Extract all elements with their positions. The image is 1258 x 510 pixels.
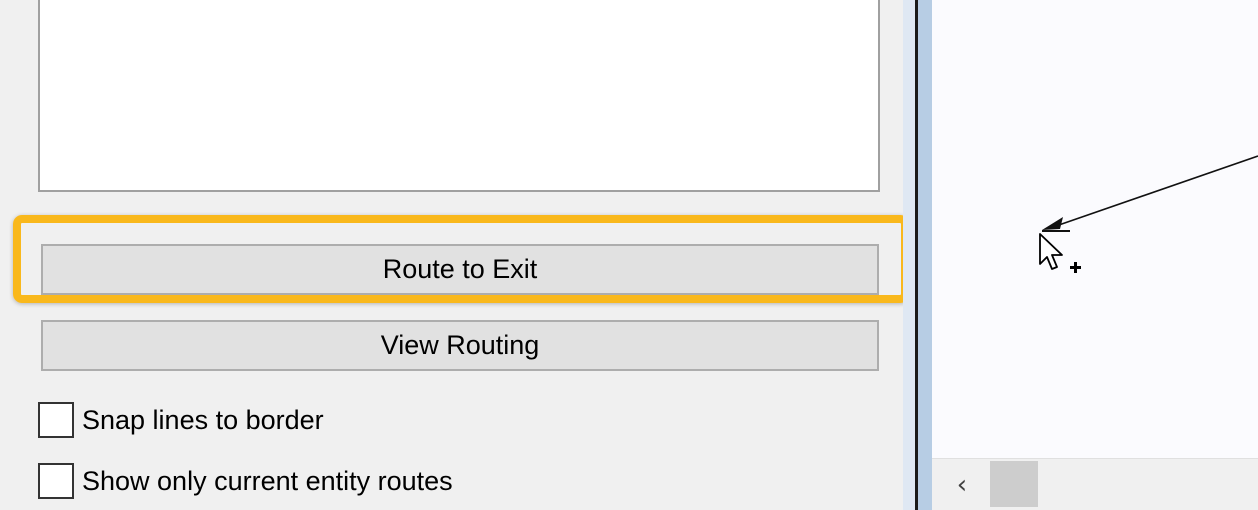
plus-cursor-icon (1070, 262, 1081, 273)
scrollbar-thumb[interactable] (990, 461, 1038, 507)
horizontal-scrollbar[interactable]: ‹ (932, 458, 1258, 510)
route-line (1055, 155, 1258, 227)
routes-list-box[interactable] (38, 0, 880, 192)
route-drawing (1039, 155, 1258, 273)
view-routing-label: View Routing (380, 330, 540, 360)
snap-lines-option[interactable]: Snap lines to border (38, 400, 324, 440)
show-current-routes-option[interactable]: Show only current entity routes (38, 461, 453, 501)
route-arrowhead (1042, 217, 1063, 230)
show-current-routes-label: Show only current entity routes (82, 465, 453, 496)
snap-lines-checkbox[interactable] (38, 402, 74, 438)
snap-lines-label: Snap lines to border (82, 404, 324, 435)
routing-properties-panel: Route to Exit View Routing Snap lines to… (0, 0, 903, 510)
route-to-exit-label: Route to Exit (382, 254, 538, 284)
layout-canvas[interactable] (932, 0, 1258, 458)
canvas-frame-edge (918, 0, 932, 510)
view-routing-button[interactable]: View Routing (41, 320, 879, 371)
chevron-left-icon[interactable]: ‹ (944, 465, 980, 505)
arrow-cursor-icon (1039, 233, 1063, 270)
routing-window: Route to Exit View Routing Snap lines to… (0, 0, 1258, 510)
splitter-left-edge (903, 0, 915, 510)
route-to-exit-button[interactable]: Route to Exit (41, 244, 879, 295)
show-current-routes-checkbox[interactable] (38, 463, 74, 499)
